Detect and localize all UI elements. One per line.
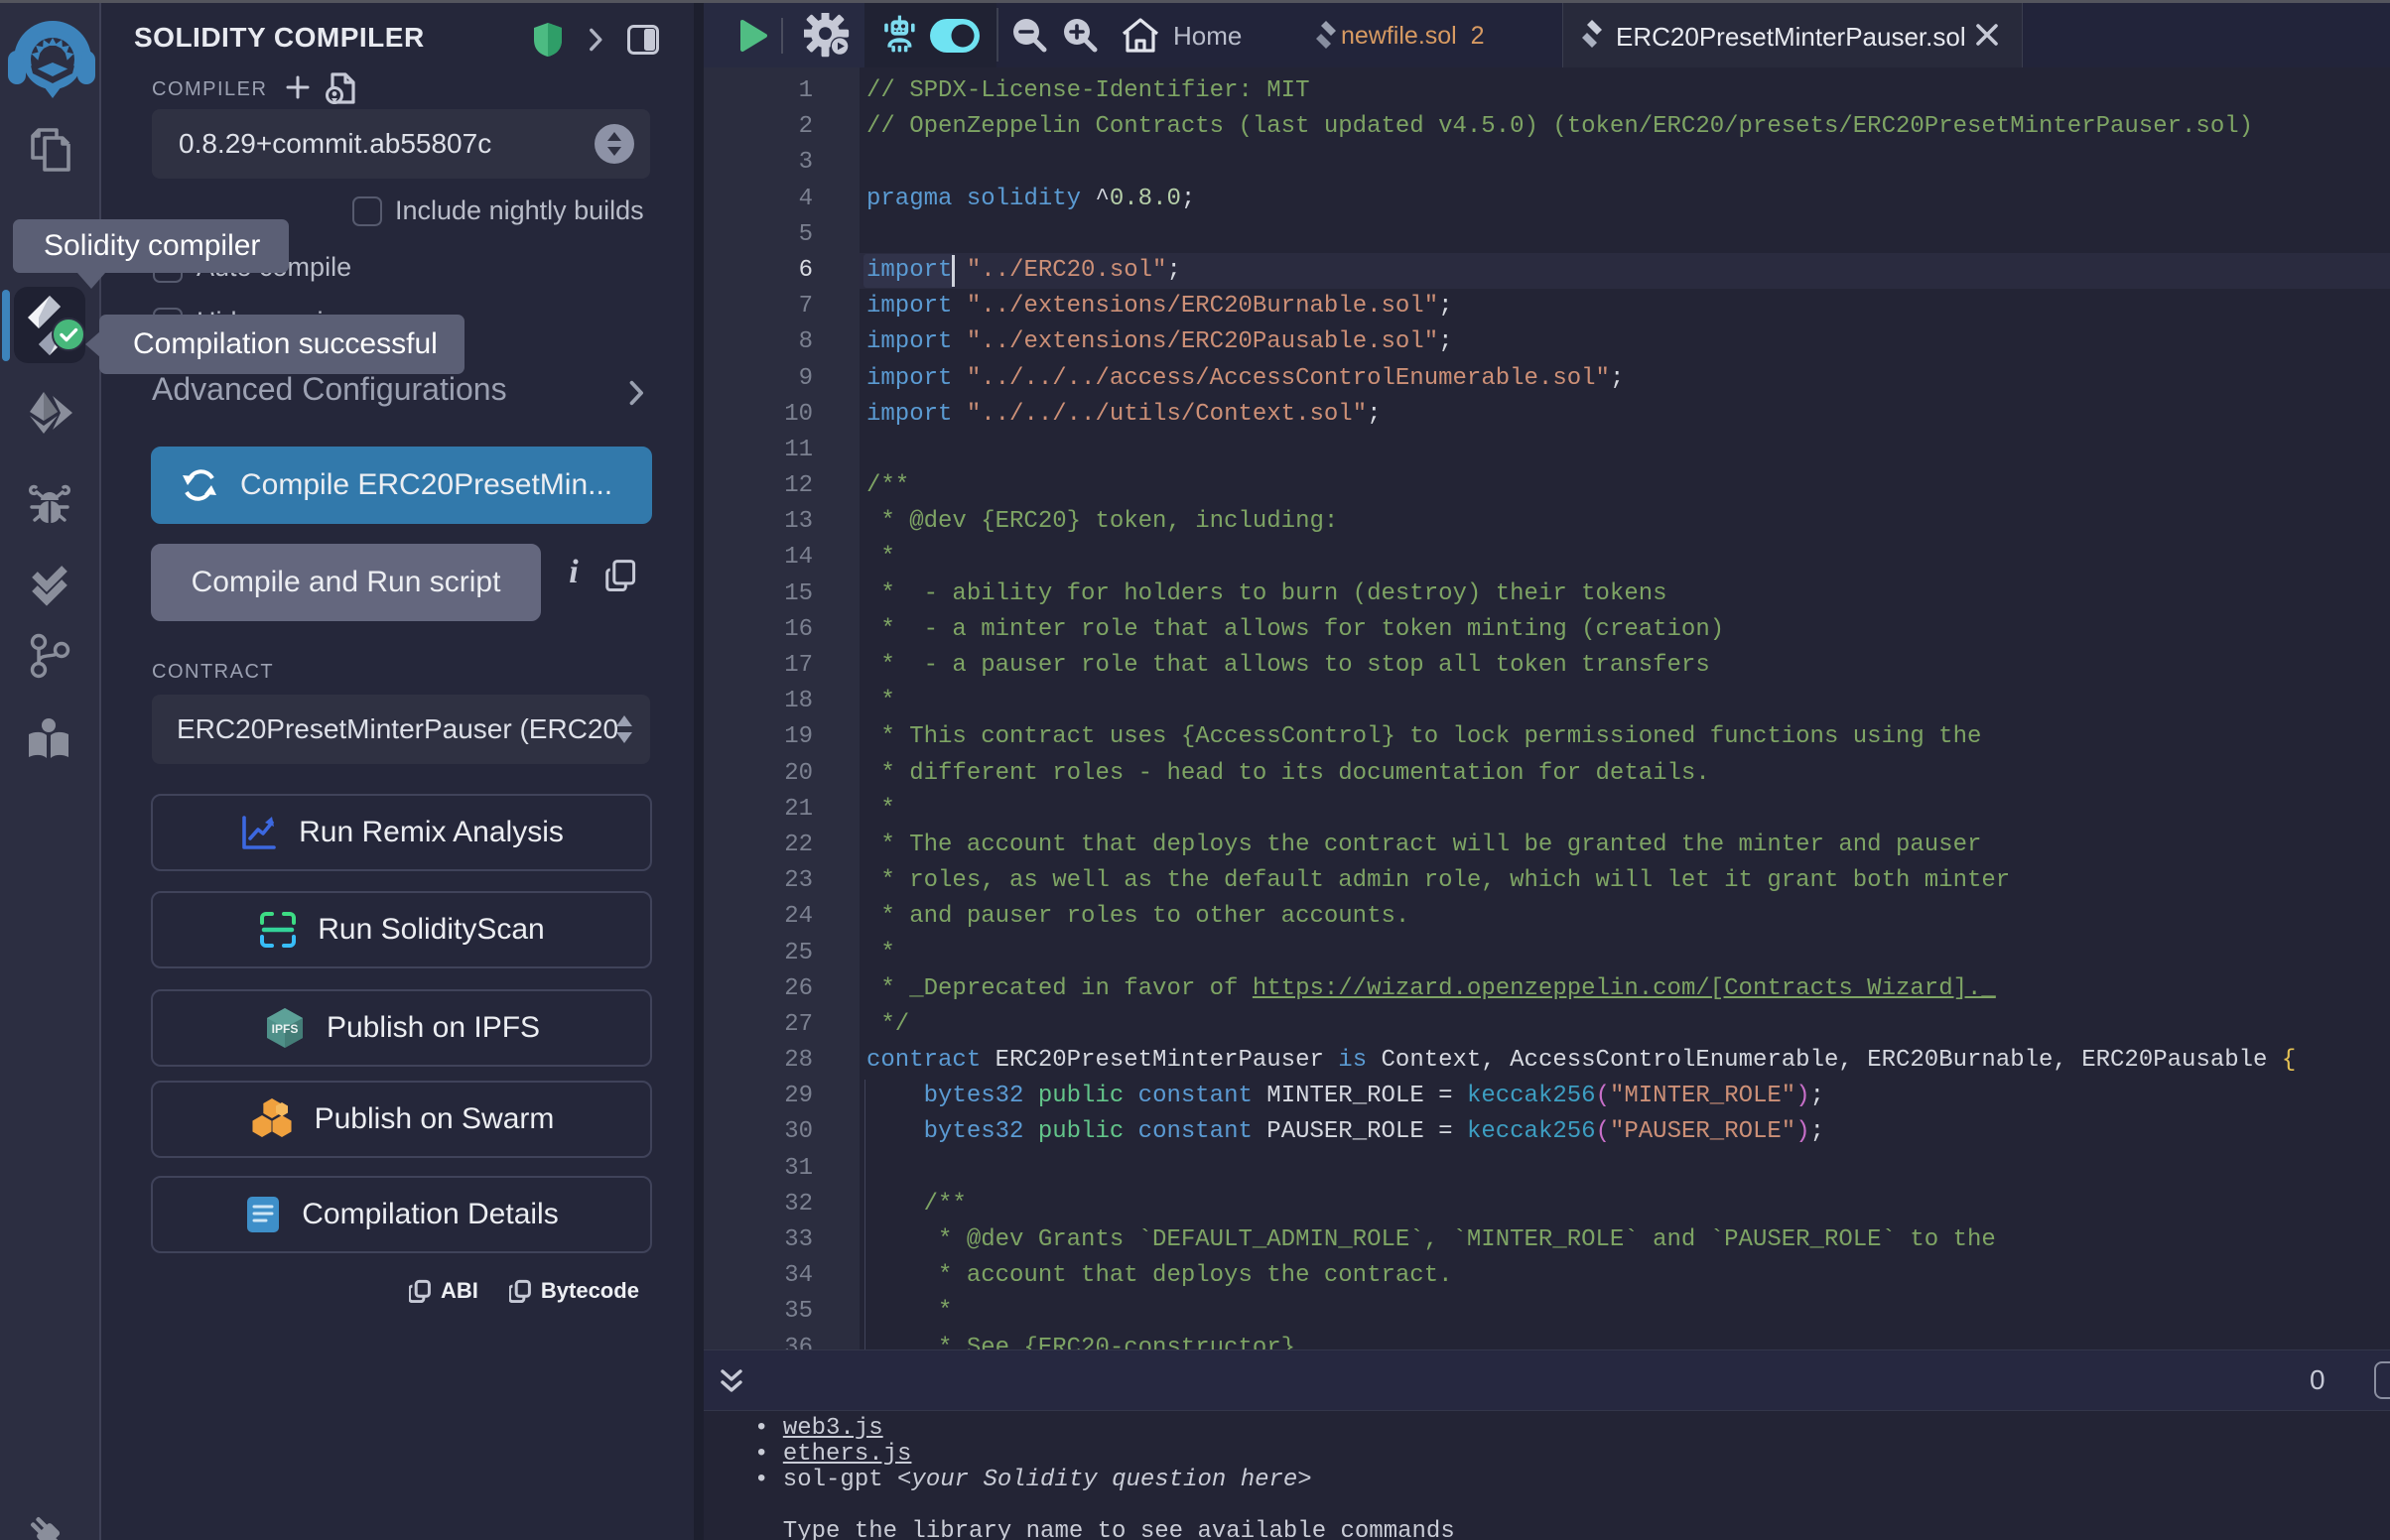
svg-text:IPFS: IPFS bbox=[272, 1022, 299, 1036]
